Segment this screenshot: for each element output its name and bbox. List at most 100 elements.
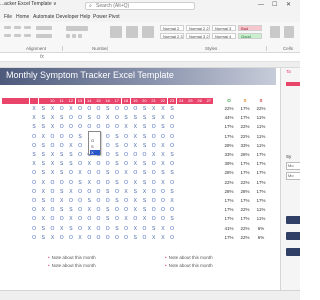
tracker-cell[interactable]: O: [94, 170, 103, 176]
tracker-cell[interactable]: S: [140, 134, 149, 140]
tracker-cell[interactable]: O: [85, 216, 94, 222]
tracker-cell[interactable]: S: [57, 115, 66, 121]
tracker-cell[interactable]: O: [48, 189, 57, 195]
tracker-cell[interactable]: X: [131, 134, 140, 140]
style-normal-3-2[interactable]: Normal 3 2: [186, 33, 210, 39]
tracker-cell[interactable]: O: [112, 216, 121, 222]
tracker-cell[interactable]: X: [85, 207, 94, 213]
tracker-cell[interactable]: O: [30, 226, 39, 232]
tracker-cell[interactable]: O: [140, 235, 149, 241]
tracker-cell[interactable]: O: [30, 170, 39, 176]
tracker-cell[interactable]: X: [131, 180, 140, 186]
tracker-cell[interactable]: O: [30, 180, 39, 186]
tracker-cell[interactable]: O: [76, 106, 85, 112]
cell-styles-icon[interactable]: [142, 26, 154, 38]
tracker-cell[interactable]: S: [103, 170, 112, 176]
menu-automate[interactable]: Automate: [33, 14, 54, 20]
tracker-cell[interactable]: X: [122, 216, 131, 222]
tracker-cell[interactable]: S: [57, 189, 66, 195]
delete-cells-icon[interactable]: [284, 26, 294, 38]
tracker-cell[interactable]: S: [39, 106, 48, 112]
tracker-cell[interactable]: S: [57, 170, 66, 176]
tracker-cell[interactable]: O: [76, 189, 85, 195]
tracker-cell[interactable]: O: [66, 235, 75, 241]
tracker-cell[interactable]: S: [39, 115, 48, 121]
tracker-cell[interactable]: O: [48, 207, 57, 213]
tracker-cell[interactable]: X: [30, 115, 39, 121]
tracker-cell[interactable]: S: [85, 115, 94, 121]
align-top-icon[interactable]: [4, 26, 11, 29]
style-bad[interactable]: Bad: [238, 25, 262, 31]
tracker-cell[interactable]: S: [39, 226, 48, 232]
align-middle-icon[interactable]: [14, 26, 21, 29]
tracker-cell[interactable]: O: [131, 170, 140, 176]
tracker-cell[interactable]: O: [48, 180, 57, 186]
note-3[interactable]: • Note about this month: [165, 255, 213, 260]
tracker-cell[interactable]: O: [57, 143, 66, 149]
tracker-cell[interactable]: X: [131, 207, 140, 213]
tracker-cell[interactable]: S: [103, 106, 112, 112]
tracker-cell[interactable]: S: [112, 134, 121, 140]
tracker-cell[interactable]: X: [30, 106, 39, 112]
tracker-cell[interactable]: S: [39, 152, 48, 158]
style-normal-2[interactable]: Normal 2: [160, 25, 184, 31]
style-normal-4[interactable]: Normal 4: [212, 33, 236, 39]
tracker-cell[interactable]: O: [76, 152, 85, 158]
style-normal-3[interactable]: Normal 3: [212, 25, 236, 31]
tracker-cell[interactable]: O: [76, 124, 85, 130]
tracker-cell[interactable]: O: [94, 115, 103, 121]
tracker-cell[interactable]: S: [131, 189, 140, 195]
tracker-cell[interactable]: O: [66, 124, 75, 130]
menu-developer[interactable]: Developer: [56, 14, 79, 20]
tracker-cell[interactable]: O: [94, 207, 103, 213]
tracker-cell[interactable]: S: [103, 207, 112, 213]
dropdown-option[interactable]: O: [90, 138, 100, 143]
tracker-cell[interactable]: X: [66, 189, 75, 195]
tracker-cell[interactable]: O: [85, 235, 94, 241]
tracker-cell[interactable]: S: [168, 216, 177, 222]
tracker-cell[interactable]: X: [76, 235, 85, 241]
tracker-cell[interactable]: O: [66, 198, 75, 204]
tracker-cell[interactable]: O: [85, 124, 94, 130]
merge-center-icon[interactable]: [36, 34, 52, 38]
tracker-cell[interactable]: X: [168, 198, 177, 204]
note-2[interactable]: • Note about this month: [48, 263, 96, 268]
tracker-cell[interactable]: S: [85, 198, 94, 204]
tracker-cell[interactable]: O: [168, 235, 177, 241]
tracker-cell[interactable]: O: [57, 134, 66, 140]
tracker-cell[interactable]: X: [103, 115, 112, 121]
side-panel-input-1[interactable]: Mo: [286, 162, 300, 170]
align-left-icon[interactable]: [4, 34, 11, 37]
tracker-cell[interactable]: X: [48, 170, 57, 176]
tracker-cell[interactable]: O: [112, 170, 121, 176]
tracker-cell[interactable]: O: [94, 106, 103, 112]
tracker-cell[interactable]: O: [140, 152, 149, 158]
tracker-cell[interactable]: X: [48, 235, 57, 241]
side-panel-button-3[interactable]: [286, 248, 300, 256]
tracker-cell[interactable]: O: [57, 235, 66, 241]
tracker-cell[interactable]: O: [122, 152, 131, 158]
tracker-cell[interactable]: O: [103, 226, 112, 232]
tracker-cell[interactable]: S: [57, 207, 66, 213]
tracker-cell[interactable]: O: [57, 216, 66, 222]
tracker-cell[interactable]: O: [103, 161, 112, 167]
tracker-cell[interactable]: X: [66, 106, 75, 112]
tracker-cell[interactable]: S: [168, 189, 177, 195]
tracker-cell[interactable]: S: [39, 161, 48, 167]
tracker-cell[interactable]: S: [140, 198, 149, 204]
tracker-cell[interactable]: O: [149, 124, 158, 130]
dropdown-option[interactable]: X: [90, 150, 100, 155]
tracker-cell[interactable]: O: [158, 216, 167, 222]
tracker-cell[interactable]: S: [140, 170, 149, 176]
tracker-cell[interactable]: S: [66, 226, 75, 232]
tracker-cell[interactable]: X: [140, 189, 149, 195]
tracker-cell[interactable]: O: [168, 161, 177, 167]
tracker-cell[interactable]: O: [57, 180, 66, 186]
tracker-cell[interactable]: O: [103, 124, 112, 130]
style-normal-2-3[interactable]: Normal 2 3: [160, 33, 184, 39]
tracker-cell[interactable]: O: [149, 170, 158, 176]
tracker-cell[interactable]: X: [149, 106, 158, 112]
tracker-cell[interactable]: O: [103, 143, 112, 149]
tracker-cell[interactable]: X: [39, 134, 48, 140]
tracker-cell[interactable]: X: [57, 226, 66, 232]
